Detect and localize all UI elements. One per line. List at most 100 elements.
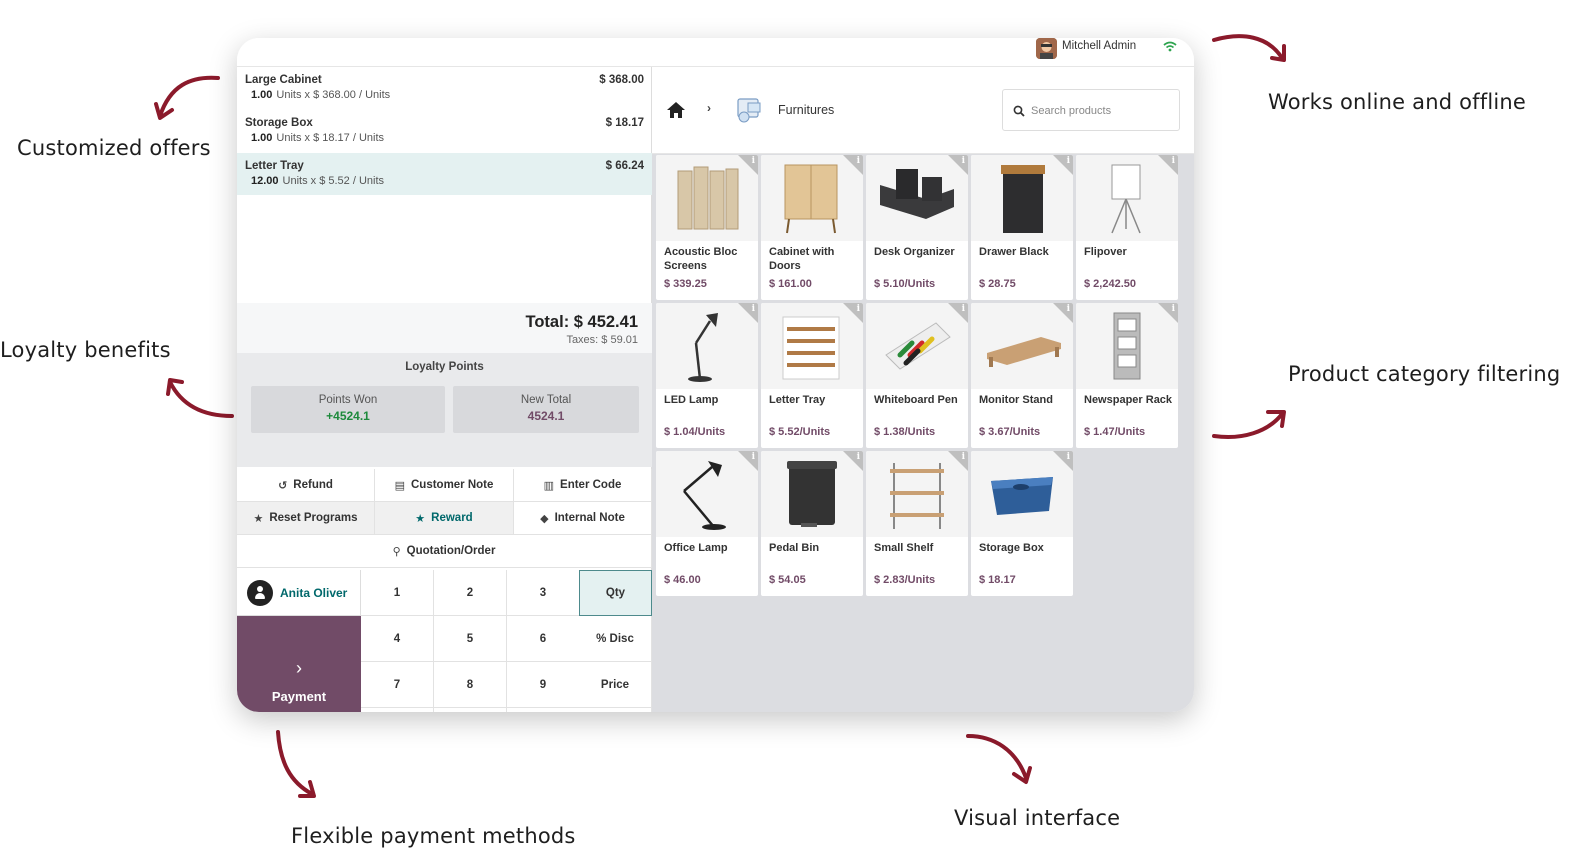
order-line-name: Letter Tray bbox=[245, 160, 304, 172]
info-glyph: i bbox=[856, 304, 860, 314]
product-card[interactable]: i Acoustic Bloc Screens $ 339.25 bbox=[656, 155, 758, 300]
breadcrumb-category[interactable]: Furnitures bbox=[778, 103, 834, 117]
product-name: Cabinet with Doors bbox=[769, 246, 835, 272]
quotation-label: Quotation/Order bbox=[406, 545, 496, 557]
product-card[interactable]: i LED Lamp $ 1.04/Units bbox=[656, 303, 758, 448]
order-line-price: $ 18.17 bbox=[605, 117, 644, 129]
product-price: $ 3.67/Units bbox=[979, 426, 1041, 438]
product-price: $ 1.04/Units bbox=[664, 426, 726, 438]
info-icon[interactable] bbox=[843, 155, 863, 175]
info-icon[interactable] bbox=[1053, 303, 1073, 323]
numpad-key[interactable]: 4 bbox=[361, 616, 434, 662]
product-card[interactable]: i Drawer Black $ 28.75 bbox=[971, 155, 1073, 300]
numpad-key[interactable]: 5 bbox=[434, 616, 507, 662]
product-card[interactable]: i Pedal Bin $ 54.05 bbox=[761, 451, 863, 596]
numpad-key[interactable]: 9 bbox=[507, 662, 580, 708]
info-icon[interactable] bbox=[1053, 155, 1073, 175]
numpad-key[interactable]: 0 bbox=[434, 708, 507, 712]
product-card[interactable]: i Storage Box $ 18.17 bbox=[971, 451, 1073, 596]
numpad-key[interactable]: 3 bbox=[507, 570, 580, 616]
info-icon[interactable] bbox=[1158, 303, 1178, 323]
loyalty-title: Loyalty Points bbox=[405, 361, 484, 373]
product-price: $ 5.52/Units bbox=[769, 426, 831, 438]
enter-code-button[interactable]: ▥ Enter Code bbox=[514, 469, 652, 502]
info-icon[interactable] bbox=[843, 303, 863, 323]
star-icon: ★ bbox=[415, 512, 426, 525]
qty-mode-button[interactable]: Qty bbox=[579, 570, 652, 616]
order-line-selected[interactable]: Letter Tray $ 66.24 12.00 Units x $ 5.52 … bbox=[237, 153, 652, 195]
product-card[interactable]: i Flipover $ 2,242.50 bbox=[1076, 155, 1178, 300]
product-name: Whiteboard Pen bbox=[874, 394, 958, 406]
info-icon[interactable] bbox=[738, 303, 758, 323]
numpad-key[interactable]: 6 bbox=[507, 616, 580, 662]
customer-note-button[interactable]: ▤ Customer Note bbox=[375, 469, 514, 502]
product-name: Drawer Black bbox=[979, 246, 1049, 258]
callout-loyalty-benefits: Loyalty benefits bbox=[0, 338, 171, 362]
discount-mode-button[interactable]: % Disc bbox=[579, 616, 652, 662]
product-card[interactable]: i Cabinet with Doors $ 161.00 bbox=[761, 155, 863, 300]
product-price: $ 54.05 bbox=[769, 574, 806, 586]
numpad-key[interactable]: 7 bbox=[361, 662, 434, 708]
plus-minus-key[interactable]: +/- bbox=[361, 708, 434, 712]
product-price: $ 2.83/Units bbox=[874, 574, 936, 586]
top-bar: Mitchell Admin bbox=[237, 38, 1194, 67]
backspace-icon[interactable]: ⌫ bbox=[579, 708, 652, 712]
product-card[interactable]: i Newspaper Rack $ 1.47/Units bbox=[1076, 303, 1178, 448]
info-icon[interactable] bbox=[948, 155, 968, 175]
quotation-order-button[interactable]: ⚲ Quotation/Order bbox=[237, 535, 652, 568]
pos-window: Mitchell Admin Large Cabinet $ 368.00 1.… bbox=[237, 38, 1194, 712]
search-input[interactable] bbox=[1031, 101, 1171, 121]
info-glyph: i bbox=[751, 452, 755, 462]
callout-works-online: Works online and offline bbox=[1268, 90, 1527, 114]
customer-button[interactable]: Anita Oliver bbox=[237, 570, 361, 616]
reward-button[interactable]: ★ Reward bbox=[375, 502, 514, 535]
barcode-icon: ▥ bbox=[543, 479, 555, 492]
reward-label: Reward bbox=[431, 512, 473, 524]
refund-button[interactable]: ↺ Refund bbox=[237, 469, 375, 502]
reset-programs-button[interactable]: ★ Reset Programs bbox=[237, 502, 375, 535]
user-name[interactable]: Mitchell Admin bbox=[1062, 40, 1136, 52]
arrow-icon bbox=[150, 74, 222, 124]
order-line-name: Storage Box bbox=[245, 117, 313, 129]
payment-label: Payment bbox=[271, 689, 327, 704]
order-line-unit: Units x $ 5.52 / Units bbox=[282, 175, 385, 187]
home-icon[interactable] bbox=[666, 101, 686, 124]
info-icon[interactable] bbox=[1053, 451, 1073, 471]
info-icon[interactable] bbox=[738, 451, 758, 471]
order-line-qty: 1.00 bbox=[251, 89, 273, 101]
product-card[interactable]: i Small Shelf $ 2.83/Units bbox=[866, 451, 968, 596]
order-line-name: Large Cabinet bbox=[245, 74, 322, 86]
search-box[interactable] bbox=[1002, 89, 1180, 131]
order-total: Total: $ 452.41 bbox=[525, 313, 639, 331]
info-icon[interactable] bbox=[948, 451, 968, 471]
product-card[interactable]: i Whiteboard Pen $ 1.38/Units bbox=[866, 303, 968, 448]
info-icon[interactable] bbox=[843, 451, 863, 471]
user-avatar[interactable] bbox=[1036, 38, 1057, 59]
callout-product-category: Product category filtering bbox=[1288, 362, 1561, 386]
product-card[interactable]: i Office Lamp $ 46.00 bbox=[656, 451, 758, 596]
arrow-icon bbox=[964, 730, 1034, 786]
product-card[interactable]: i Desk Organizer $ 5.10/Units bbox=[866, 155, 968, 300]
info-icon[interactable] bbox=[738, 155, 758, 175]
undo-icon: ↺ bbox=[278, 479, 288, 492]
wifi-icon[interactable] bbox=[1163, 40, 1177, 58]
decimal-key[interactable]: . bbox=[507, 708, 580, 712]
arrow-icon bbox=[164, 372, 236, 422]
numpad-key[interactable]: 1 bbox=[361, 570, 434, 616]
info-icon[interactable] bbox=[948, 303, 968, 323]
arrow-icon bbox=[1210, 30, 1290, 66]
internal-note-button[interactable]: ◆ Internal Note bbox=[514, 502, 652, 535]
numpad-key[interactable]: 8 bbox=[434, 662, 507, 708]
product-name: Desk Organizer bbox=[874, 246, 955, 258]
info-icon[interactable] bbox=[1158, 155, 1178, 175]
numpad-key[interactable]: 2 bbox=[434, 570, 507, 616]
order-line[interactable]: Large Cabinet $ 368.00 1.00 Units x $ 368… bbox=[237, 67, 652, 109]
product-card[interactable]: i Letter Tray $ 5.52/Units bbox=[761, 303, 863, 448]
product-price: $ 5.10/Units bbox=[874, 278, 936, 290]
order-line-price: $ 368.00 bbox=[599, 74, 644, 86]
product-name: Small Shelf bbox=[874, 542, 934, 554]
order-line[interactable]: Storage Box $ 18.17 1.00 Units x $ 18.17 … bbox=[237, 110, 652, 152]
product-card[interactable]: i Monitor Stand $ 3.67/Units bbox=[971, 303, 1073, 448]
payment-button[interactable]: › Payment bbox=[237, 616, 361, 712]
price-mode-button[interactable]: Price bbox=[579, 662, 652, 708]
